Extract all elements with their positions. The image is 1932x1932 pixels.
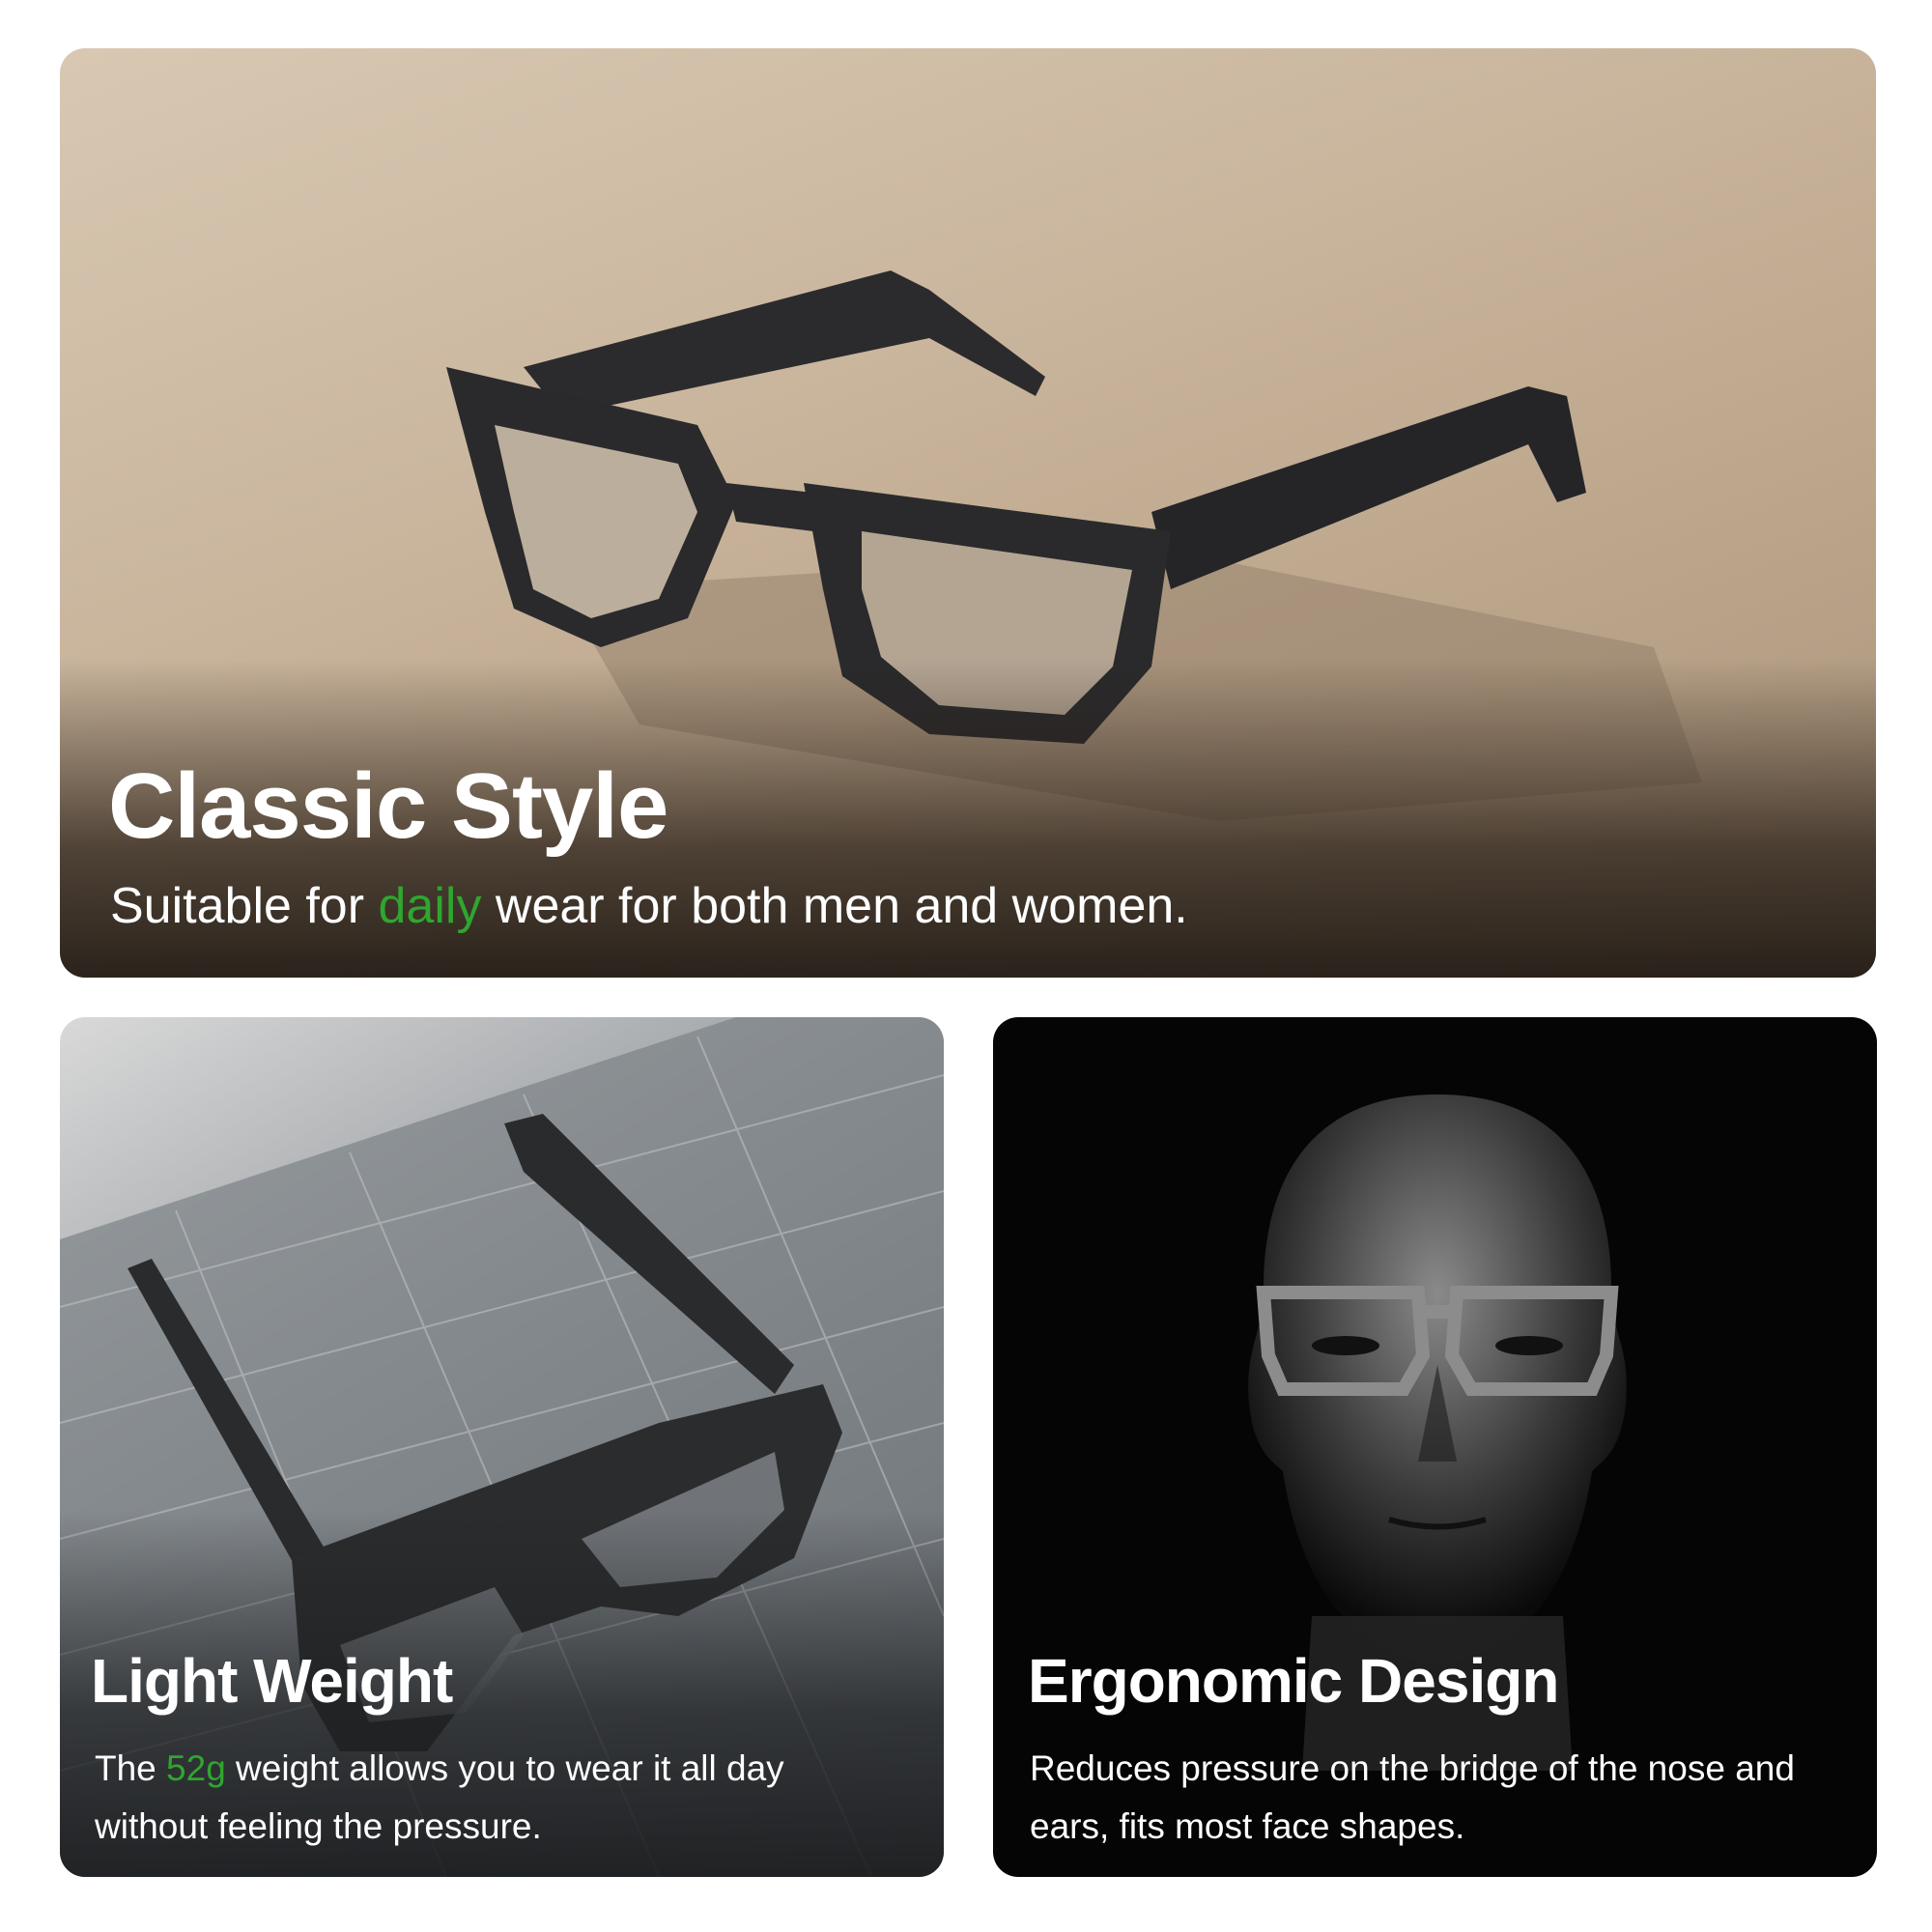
desc-text-before: The [95,1748,167,1788]
desc-text-after: wear for both men and women. [481,878,1188,934]
desc-highlight: daily [378,878,482,934]
desc-highlight: 52g [166,1748,226,1788]
classic-style-description: Suitable for daily wear for both men and… [110,877,1188,935]
light-weight-title: Light Weight [91,1646,453,1716]
classic-style-title: Classic Style [108,754,668,858]
ergonomic-design-card: Ergonomic Design Reduces pressure on the… [993,1017,1877,1877]
ergonomic-design-title: Ergonomic Design [1028,1646,1559,1716]
light-weight-description: The 52g weight allows you to wear it all… [95,1740,887,1856]
ergonomic-design-description: Reduces pressure on the bridge of the no… [1030,1748,1795,1846]
light-weight-card: Light Weight The 52g weight allows you t… [60,1017,944,1877]
desc-text-before: Suitable for [110,878,379,934]
classic-style-card: Classic Style Suitable for daily wear fo… [60,48,1876,978]
